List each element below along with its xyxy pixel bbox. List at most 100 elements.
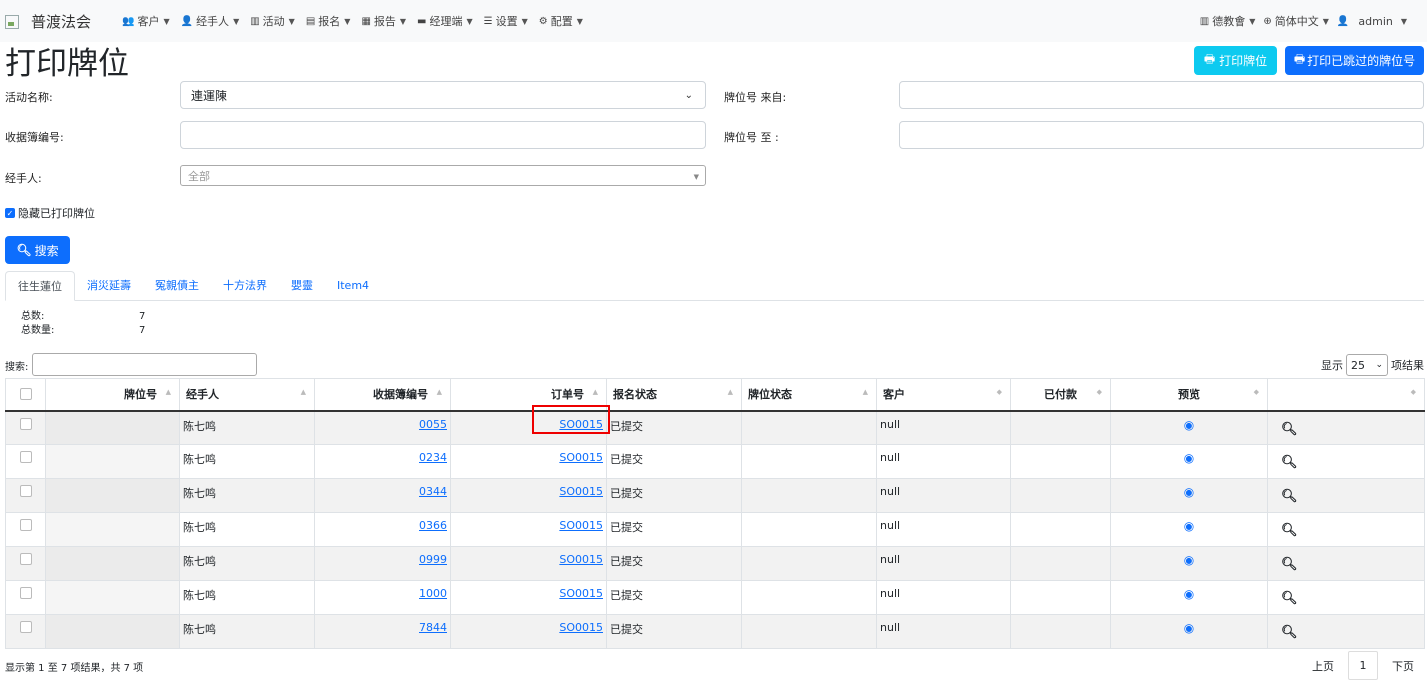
tab-2[interactable]: 冤親債主 <box>143 271 211 300</box>
table-row: 陈七鸣 7844 SO0015 已提交 null ◉ 🔍︎ <box>5 614 1425 649</box>
table-search-input[interactable] <box>32 353 257 376</box>
prev-page-button[interactable]: 上页 <box>1312 658 1334 674</box>
tab-5[interactable]: Item4 <box>325 271 381 300</box>
order-link[interactable]: SO0015 <box>559 553 603 566</box>
nav-reports[interactable]: ▦ 报告 ▼ <box>361 13 406 29</box>
nav-customers[interactable]: 👥 客户 ▼ <box>122 13 170 29</box>
search-icon[interactable]: 🔍︎ <box>1281 625 1298 640</box>
stats-panel: 总数: 7 总数量: 7 <box>21 310 145 338</box>
tablet-from-input[interactable] <box>899 81 1424 109</box>
cell-handler: 陈七鸣 <box>179 580 315 615</box>
tab-1[interactable]: 消災延壽 <box>75 271 143 300</box>
handler-select[interactable]: 全部 ▼ <box>180 165 706 186</box>
row-select-cell[interactable] <box>5 512 46 547</box>
col-preview[interactable]: 预览 ◆ <box>1110 378 1268 412</box>
col-order[interactable]: 订单号 ▲ <box>450 378 607 412</box>
receipt-link[interactable]: 7844 <box>419 621 447 634</box>
col-tablet-status[interactable]: 牌位状态 ▲ <box>741 378 877 412</box>
eye-icon[interactable]: ◉ <box>1184 418 1194 432</box>
eye-icon[interactable]: ◉ <box>1184 519 1194 533</box>
sort-icon: ◆ <box>1096 388 1102 396</box>
next-page-button[interactable]: 下页 <box>1392 658 1414 674</box>
row-checkbox[interactable] <box>19 621 32 633</box>
row-select-cell[interactable] <box>5 546 46 581</box>
col-handler[interactable]: 经手人 ▲ <box>179 378 315 412</box>
nav-activities[interactable]: ▥ 活动 ▼ <box>250 13 295 29</box>
row-checkbox[interactable] <box>19 587 32 599</box>
receipt-link[interactable]: 0366 <box>419 519 447 532</box>
cell-tablet-status <box>741 546 877 581</box>
table-search-label: 搜索: <box>5 362 29 373</box>
row-checkbox[interactable] <box>19 553 32 565</box>
search-icon[interactable]: 🔍︎ <box>1281 489 1298 504</box>
caret-down-icon: ▼ <box>693 173 699 181</box>
total-value: 7 <box>139 311 146 322</box>
col-paid[interactable]: 已付款 ◆ <box>1010 378 1111 412</box>
row-select-cell[interactable] <box>5 478 46 513</box>
col-customer[interactable]: 客户 ◆ <box>876 378 1011 412</box>
eye-icon[interactable]: ◉ <box>1184 553 1194 567</box>
search-icon[interactable]: 🔍︎ <box>1281 591 1298 606</box>
nav-user[interactable]: 👤 admin ▼ <box>1337 13 1407 29</box>
order-link[interactable]: SO0015 <box>559 621 603 634</box>
search-icon[interactable]: 🔍︎ <box>1281 422 1298 437</box>
eye-icon[interactable]: ◉ <box>1184 587 1194 601</box>
nav-language[interactable]: ⊕ 简体中文 ▼ <box>1263 13 1329 29</box>
nav-label: 报告 <box>373 15 396 28</box>
row-checkbox[interactable] <box>19 485 32 497</box>
order-link[interactable]: SO0015 <box>559 485 603 498</box>
receipt-link[interactable]: 0344 <box>419 485 447 498</box>
tablet-to-input[interactable] <box>899 121 1424 149</box>
row-select-cell[interactable] <box>5 444 46 479</box>
order-link[interactable]: SO0015 <box>559 587 603 600</box>
receipt-input[interactable] <box>180 121 706 149</box>
select-all-header[interactable] <box>5 378 46 412</box>
receipt-link[interactable]: 1000 <box>419 587 447 600</box>
brand[interactable]: 普渡法会 <box>5 11 91 32</box>
tab-3[interactable]: 十方法界 <box>211 271 279 300</box>
cell-customer: null <box>876 512 1011 547</box>
nav-manager[interactable]: ▬ 经理端 ▼ <box>417 13 473 29</box>
row-select-cell[interactable] <box>5 614 46 649</box>
receipt-link[interactable]: 0234 <box>419 451 447 464</box>
page-1-button[interactable]: 1 <box>1348 651 1378 680</box>
order-link[interactable]: SO0015 <box>559 451 603 464</box>
col-reg-status[interactable]: 报名状态 ▲ <box>606 378 742 412</box>
col-tablet-no[interactable]: 牌位号 ▲ <box>45 378 180 412</box>
to-label: 牌位号 至 : <box>724 131 779 144</box>
nav-settings[interactable]: ☰ 设置 ▼ <box>484 13 528 29</box>
nav-registration[interactable]: ▤ 报名 ▼ <box>306 13 351 29</box>
print-skipped-button[interactable]: 🖶 打印已跳过的牌位号 <box>1285 46 1424 75</box>
order-link[interactable]: SO0015 <box>559 519 603 532</box>
search-icon[interactable]: 🔍︎ <box>1281 557 1298 572</box>
tab-0[interactable]: 往生蓮位 <box>5 271 75 301</box>
nav-organization[interactable]: ▥ 德教會 ▼ <box>1200 13 1256 29</box>
row-checkbox[interactable] <box>19 451 32 463</box>
nav-config[interactable]: ⚙ 配置 ▼ <box>539 13 583 29</box>
page-size-select[interactable]: 25 ⌄ <box>1346 354 1388 376</box>
eye-icon[interactable]: ◉ <box>1184 485 1194 499</box>
print-tablet-button[interactable]: 🖶 打印牌位 <box>1194 46 1277 75</box>
search-icon[interactable]: 🔍︎ <box>1281 455 1298 470</box>
search-button[interactable]: 🔍︎ 搜索 <box>5 236 70 264</box>
search-icon[interactable]: 🔍︎ <box>1281 523 1298 538</box>
col-actions[interactable]: ◆ <box>1267 378 1425 412</box>
hide-printed-row[interactable]: ✓ 隐藏已打印牌位 <box>5 205 95 221</box>
row-checkbox[interactable] <box>19 519 32 531</box>
activity-select[interactable]: 連運陳 ⌄ <box>180 81 706 109</box>
receipt-link[interactable]: 0999 <box>419 553 447 566</box>
row-checkbox[interactable] <box>19 417 32 430</box>
eye-icon[interactable]: ◉ <box>1184 621 1194 635</box>
hide-printed-checkbox[interactable]: ✓ <box>5 208 15 218</box>
receipt-link[interactable]: 0055 <box>419 418 447 431</box>
tab-4[interactable]: 嬰靈 <box>279 271 325 300</box>
select-all-checkbox[interactable] <box>19 388 32 401</box>
col-label: 牌位状态 <box>748 388 792 402</box>
row-select-cell[interactable] <box>5 410 46 445</box>
row-select-cell[interactable] <box>5 580 46 615</box>
order-link[interactable]: SO0015 <box>559 418 603 431</box>
nav-label: 德教會 <box>1212 15 1246 28</box>
eye-icon[interactable]: ◉ <box>1184 451 1194 465</box>
col-receipt[interactable]: 收据簿编号 ▲ <box>314 378 451 412</box>
nav-handlers[interactable]: 👤 经手人 ▼ <box>181 13 240 29</box>
